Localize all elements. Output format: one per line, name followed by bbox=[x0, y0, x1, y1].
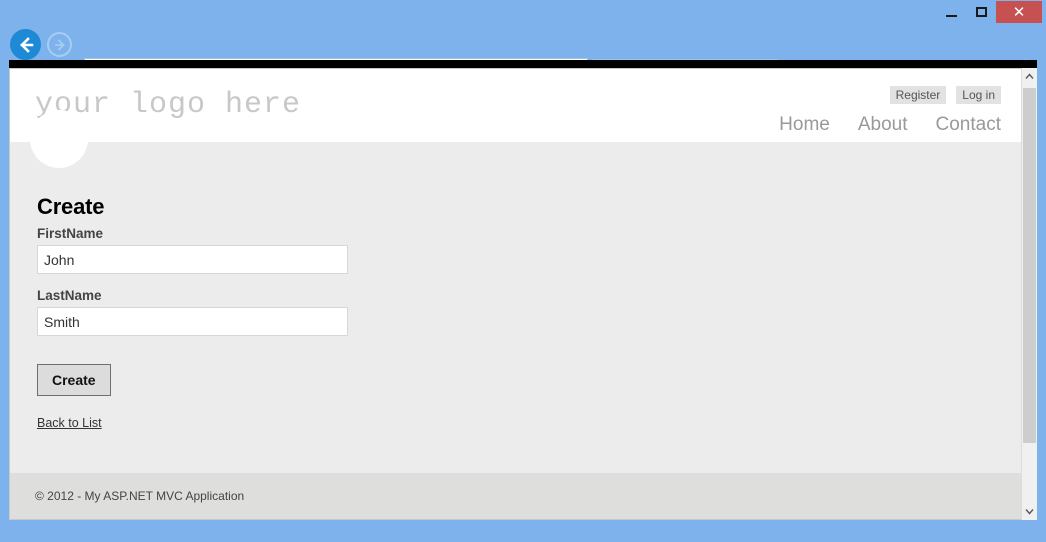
footer-copyright-text: © 2012 - My ASP.NET MVC Application bbox=[35, 489, 245, 503]
lastname-label: LastName bbox=[37, 288, 102, 303]
scrollbar-thumb[interactable] bbox=[1023, 88, 1036, 443]
page-body: Create FirstName LastName Create Back to… bbox=[9, 110, 1021, 473]
close-icon: ✕ bbox=[1012, 2, 1026, 21]
logo-circle-decoration bbox=[30, 110, 88, 168]
back-to-list-link[interactable]: Back to List bbox=[37, 416, 102, 430]
window-bottom-frame bbox=[0, 520, 1046, 542]
page-content: Create FirstName LastName Create Back to… bbox=[37, 194, 737, 432]
close-button[interactable]: ✕ bbox=[996, 1, 1042, 23]
page-title: Create bbox=[37, 194, 105, 219]
nav-link-contact[interactable]: Contact bbox=[936, 114, 1001, 136]
maximize-icon bbox=[975, 7, 987, 17]
forward-button[interactable] bbox=[47, 32, 72, 57]
site-header: your logo here Register Log in Home Abou… bbox=[9, 68, 1021, 142]
nav-link-home[interactable]: Home bbox=[779, 114, 830, 136]
forward-arrow-icon bbox=[54, 38, 65, 51]
page-footer: © 2012 - My ASP.NET MVC Application bbox=[9, 473, 1021, 520]
login-link[interactable]: Log in bbox=[956, 86, 1001, 104]
create-submit-button[interactable]: Create bbox=[37, 364, 111, 396]
nav-link-about[interactable]: About bbox=[858, 114, 908, 136]
maximize-button[interactable] bbox=[966, 1, 996, 23]
scroll-down-icon[interactable] bbox=[1022, 503, 1037, 520]
firstname-label: FirstName bbox=[37, 226, 104, 241]
browser-navigation-bar: http://localhost:56705/Person/Create bbox=[0, 26, 1046, 84]
window-controls: ✕ bbox=[936, 1, 1042, 23]
register-link[interactable]: Register bbox=[889, 86, 947, 104]
page-scrollbar[interactable] bbox=[1021, 68, 1037, 520]
browser-window: ✕ http://lo bbox=[0, 0, 1046, 542]
main-navigation: Home About Contact bbox=[779, 114, 1001, 136]
title-bar: ✕ bbox=[0, 0, 1046, 26]
firstname-input[interactable] bbox=[37, 245, 348, 274]
scroll-up-icon[interactable] bbox=[1022, 68, 1037, 85]
page-viewport: your logo here Register Log in Home Abou… bbox=[9, 68, 1021, 520]
minimize-icon bbox=[945, 15, 957, 17]
create-person-form: FirstName LastName Create bbox=[37, 226, 737, 396]
minimize-button[interactable] bbox=[936, 1, 966, 23]
lastname-input[interactable] bbox=[37, 307, 348, 336]
back-arrow-icon bbox=[19, 36, 33, 53]
auth-links: Register Log in bbox=[889, 86, 1001, 104]
back-button[interactable] bbox=[10, 29, 41, 60]
page-top-black-bar bbox=[9, 60, 1037, 68]
